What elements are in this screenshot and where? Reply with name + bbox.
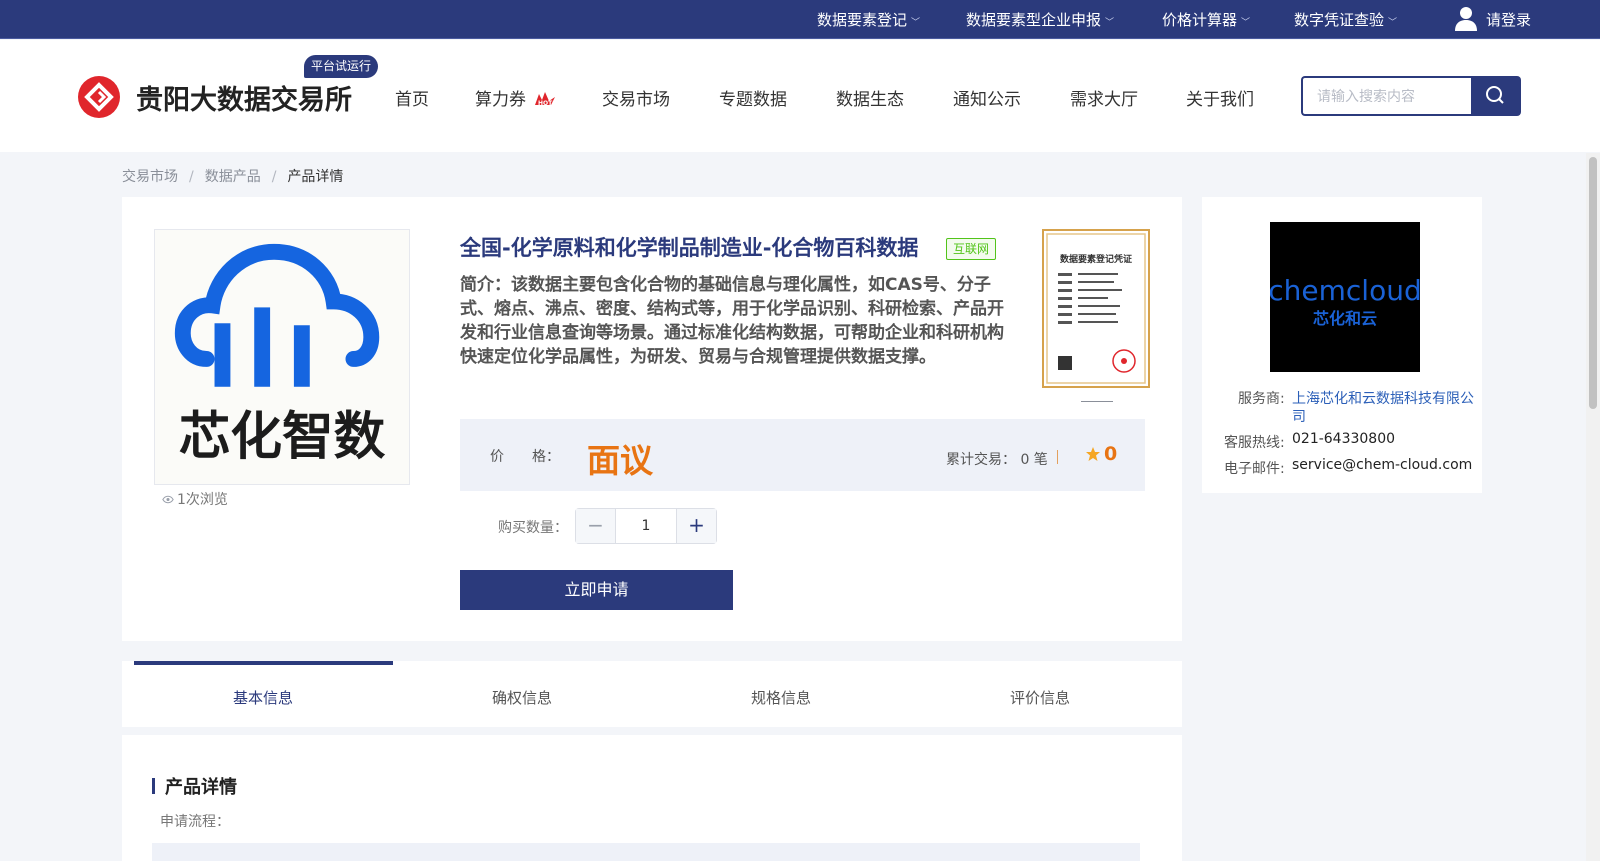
trial-badge: 平台试运行 xyxy=(304,55,379,78)
hot-icon: HOT xyxy=(535,92,555,107)
nav-home[interactable]: 首页 xyxy=(395,85,429,110)
scrollbar-thumb[interactable] xyxy=(1589,157,1597,409)
top-link-data-registration[interactable]: 数据要素登记 ﹀ xyxy=(817,9,920,30)
chevron-down-icon: ﹀ xyxy=(1105,18,1115,28)
decrease-button[interactable]: − xyxy=(576,509,616,543)
trade-count: 累计交易： 0 笔 xyxy=(946,449,1048,469)
trade-label: 累计交易： xyxy=(946,452,1016,468)
provider-logo-image: chemcloud 芯化和云 xyxy=(1268,274,1421,328)
certificate-pager[interactable] xyxy=(1081,401,1113,402)
hotline-label: 客服热线: xyxy=(1224,435,1285,451)
active-tab-indicator xyxy=(134,661,393,665)
chevron-down-icon: ﹀ xyxy=(1241,18,1251,28)
top-link-label: 价格计算器 xyxy=(1162,11,1238,29)
section-marker xyxy=(152,778,155,794)
quantity-stepper: − 1 + xyxy=(575,508,717,544)
login-link[interactable]: 请登录 xyxy=(1486,9,1531,30)
search-box xyxy=(1301,76,1471,116)
top-link-certificate-check[interactable]: 数字凭证查验 ﹀ xyxy=(1294,9,1397,30)
top-link-label: 数字凭证查验 xyxy=(1294,11,1385,29)
hotline-value: 021-64330800 xyxy=(1292,431,1396,447)
nav-demand-hall[interactable]: 需求大厅 xyxy=(1070,85,1138,110)
top-bar: 数据要素登记 ﹀ 数据要素型企业申报 ﹀ 价格计算器 ﹀ 数字凭证查验 ﹀ 请登录 xyxy=(0,0,1600,39)
user-icon[interactable] xyxy=(1454,6,1478,32)
tab-spec-info[interactable]: 规格信息 xyxy=(751,687,811,708)
top-link-label: 数据要素登记 xyxy=(817,11,908,29)
rating-score: 0 xyxy=(1104,443,1118,465)
svg-text:数据要素登记凭证: 数据要素登记凭证 xyxy=(1060,253,1132,265)
product-intro: 简介：该数据主要包含化合物的基础信息与理化属性，如CAS号、分子式、熔点、沸点、… xyxy=(460,275,1004,367)
star-icon xyxy=(1086,447,1100,461)
certificate-image: 数据要素登记凭证 xyxy=(1046,233,1146,384)
search-icon xyxy=(1486,86,1504,104)
category-tag: 互联网 xyxy=(946,238,997,260)
search-button[interactable] xyxy=(1471,76,1521,116)
service-value[interactable]: 上海芯化和云数据科技有限公 xyxy=(1292,388,1474,408)
registration-certificate[interactable]: 数据要素登记凭证 xyxy=(1042,229,1150,388)
nav-about-us[interactable]: 关于我们 xyxy=(1186,85,1254,110)
breadcrumb-data-products[interactable]: 数据产品 xyxy=(205,169,261,185)
breadcrumb-separator: / xyxy=(189,169,194,185)
service-label: 服务商: xyxy=(1238,391,1285,407)
divider xyxy=(1057,450,1058,464)
search-input[interactable] xyxy=(1303,78,1471,114)
breadcrumb-separator: / xyxy=(271,169,277,185)
eye-icon xyxy=(162,495,174,504)
flow-label: 申请流程： xyxy=(160,814,230,830)
product-logo-image: 芯化智数 xyxy=(174,243,386,467)
details-title: 产品详情 xyxy=(165,777,237,798)
top-link-enterprise-declaration[interactable]: 数据要素型企业申报 ﹀ xyxy=(966,9,1114,30)
quantity-value[interactable]: 1 xyxy=(616,509,676,543)
product-title: 全国-化学原料和化学制品制造业-化合物百科数据 xyxy=(460,236,919,260)
tab-basic-info[interactable]: 基本信息 xyxy=(233,687,293,708)
trade-value: 0 笔 xyxy=(1020,452,1048,468)
svg-text:chemcloud: chemcloud xyxy=(1270,274,1420,307)
svg-text:芯化和云: 芯化和云 xyxy=(1313,309,1377,328)
email-value: service@chem-cloud.com xyxy=(1292,457,1473,473)
nav-topic-data[interactable]: 专题数据 xyxy=(719,85,787,110)
breadcrumb: 交易市场 / 数据产品 / 产品详情 xyxy=(122,166,343,186)
svg-text:HOT: HOT xyxy=(538,100,553,107)
svg-text:芯化智数: 芯化智数 xyxy=(179,407,386,467)
tab-rights-info[interactable]: 确权信息 xyxy=(492,687,552,708)
breadcrumb-current: 产品详情 xyxy=(287,169,344,185)
provider-logo: chemcloud 芯化和云 xyxy=(1268,222,1422,372)
chevron-down-icon: ﹀ xyxy=(911,18,921,28)
chevron-down-icon: ﹀ xyxy=(1388,18,1398,28)
increase-button[interactable]: + xyxy=(676,509,716,543)
nav-notices[interactable]: 通知公示 xyxy=(953,85,1021,110)
view-count: 1次浏览 xyxy=(162,489,228,509)
breadcrumb-trading-market[interactable]: 交易市场 xyxy=(122,169,178,185)
exchange-logo-icon[interactable] xyxy=(78,76,120,118)
quantity-label: 购买数量： xyxy=(498,520,568,536)
nav-trading-market[interactable]: 交易市场 xyxy=(602,85,670,110)
top-link-price-calculator[interactable]: 价格计算器 ﹀ xyxy=(1162,9,1250,30)
exchange-logo-text[interactable]: 贵阳大数据交易所 xyxy=(136,78,352,117)
top-link-label: 数据要素型企业申报 xyxy=(966,11,1102,29)
email-label: 电子邮件: xyxy=(1224,461,1285,477)
apply-button[interactable]: 立即申请 xyxy=(460,570,733,610)
nav-data-ecosystem[interactable]: 数据生态 xyxy=(836,85,904,110)
flow-box xyxy=(152,843,1140,861)
product-image: 芯化智数 xyxy=(154,229,410,485)
service-value-wrap[interactable]: 司 xyxy=(1292,406,1306,426)
tab-review-info[interactable]: 评价信息 xyxy=(1010,687,1070,708)
price-value: 面议 xyxy=(587,441,653,480)
view-count-text: 1次浏览 xyxy=(177,492,228,508)
nav-compute-voucher[interactable]: 算力券 xyxy=(475,85,526,110)
price-label: 价 格： xyxy=(490,449,560,465)
